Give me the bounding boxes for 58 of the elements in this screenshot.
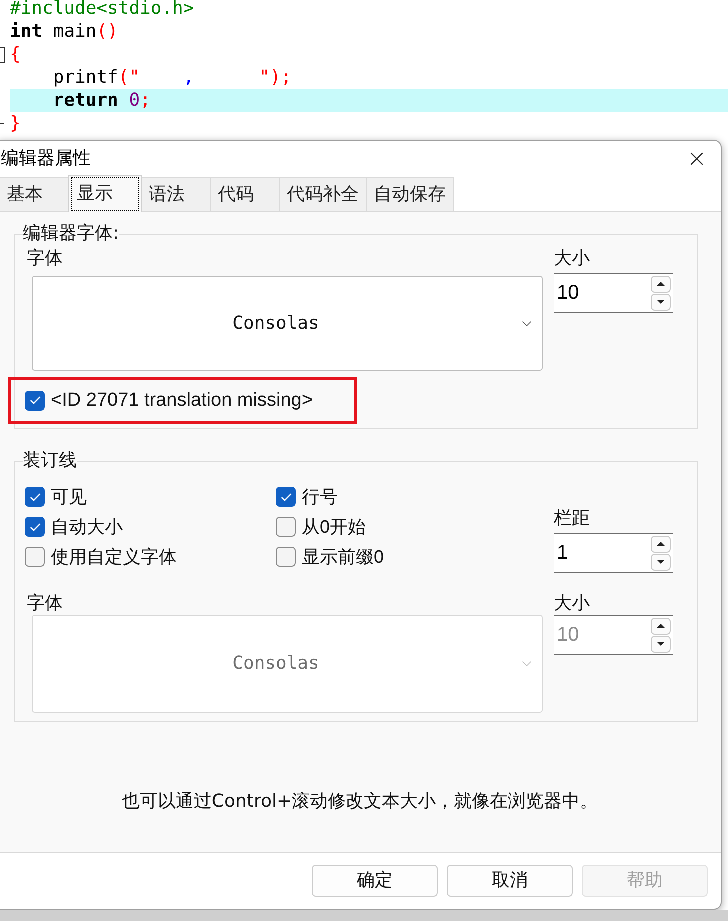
field-label: 大小 [554,248,591,270]
tab[interactable]: 基本 [0,177,69,211]
up-triangle-icon [657,624,665,628]
hint-text: 也可以通过Control+滚动修改文本大小，就像在浏览器中。 [122,790,598,814]
checkbox-label[interactable]: <ID 27071 translation missing> [51,390,313,412]
spin-value: 10 [557,623,580,647]
dialog-title: 编辑器属性 [1,148,91,170]
code-line: { [10,43,21,66]
spin-value: 1 [557,541,568,565]
spin-down-button[interactable] [651,294,671,310]
checkbox-label[interactable]: 显示前缀0 [302,546,384,568]
dropdown-value: Consolas [232,312,320,334]
checkbox-label[interactable]: 自动大小 [51,516,123,538]
dialog-button[interactable]: 取消 [447,865,573,897]
checkbox[interactable] [25,390,45,410]
field-label: 大小 [554,593,591,615]
check-icon [280,492,292,502]
code-line: printf(" , "); [52,66,292,89]
tab[interactable]: 代码补全 [279,177,367,211]
checkbox-label[interactable]: 可见 [51,486,87,508]
spin-up-button[interactable] [651,536,671,552]
code-line: #include<stdio.h> [10,0,194,20]
checkbox[interactable] [25,487,45,507]
field-label: 字体 [27,593,64,615]
font-dropdown[interactable]: Consolas [32,276,543,371]
up-triangle-icon [657,542,665,546]
field-label: 字体 [27,248,64,270]
spin-down-button[interactable] [651,554,671,570]
tab[interactable]: 自动保存 [366,177,454,211]
code-line: return 0; [52,89,151,112]
spin-box[interactable]: 10 [554,273,673,313]
code-line: int main() [10,20,118,43]
down-triangle-icon [657,642,665,646]
down-triangle-icon [657,300,665,304]
checkbox[interactable] [276,487,296,507]
dropdown-value: Consolas [232,653,320,675]
tab[interactable]: 语法 [141,177,211,211]
checkbox-label[interactable]: 从0开始 [302,516,366,538]
tab[interactable]: 显示 [68,175,142,212]
spin-value: 10 [557,281,580,305]
tab[interactable]: 代码 [210,177,280,211]
check-icon [30,522,40,532]
checkbox[interactable] [276,547,296,567]
check-icon [30,396,40,405]
up-triangle-icon [657,282,665,286]
field-label: 栏距 [554,508,591,530]
spin-box[interactable]: 1 [554,533,673,573]
spin-up-button[interactable] [651,276,671,292]
checkbox[interactable] [276,517,296,537]
down-triangle-icon [657,560,665,564]
checkbox[interactable] [25,547,45,567]
check-icon [30,492,40,502]
checkbox-label[interactable]: 使用自定义字体 [51,546,177,568]
fold-marker-icon[interactable] [0,46,5,62]
dialog-button[interactable]: 确定 [312,865,438,897]
code-line: } [10,112,21,135]
checkbox[interactable] [25,517,45,537]
checkbox-label[interactable]: 行号 [302,486,338,508]
